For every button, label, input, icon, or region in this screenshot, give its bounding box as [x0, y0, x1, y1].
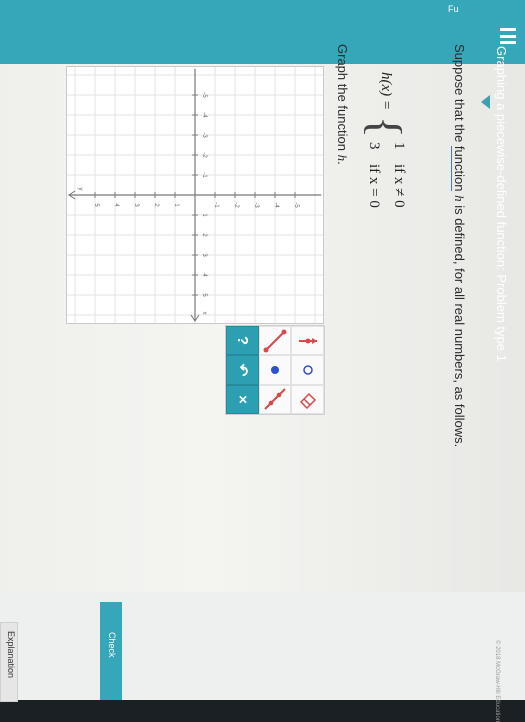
- formula-lhs: h(x) =: [378, 72, 394, 111]
- clear-button[interactable]: ×: [226, 384, 259, 414]
- x-tick-label: 5: [201, 293, 207, 297]
- y-tick-label: -2: [233, 202, 239, 208]
- collapse-caret-icon[interactable]: [481, 95, 490, 109]
- line-tool-icon: [264, 388, 286, 411]
- y-tick-label: -5: [293, 202, 299, 208]
- page-title: Graphing a piecewise-defined function: P…: [494, 46, 509, 362]
- formula-row: 1if x ≠ 0: [391, 142, 407, 208]
- x-axis-label: x: [201, 312, 207, 315]
- undo-button[interactable]: ↶: [226, 355, 259, 385]
- y-tick-label: 2: [153, 203, 159, 207]
- section-title: Functions: [448, 4, 458, 14]
- x-tick-label: -2: [201, 152, 207, 158]
- x-tick-label: -4: [201, 112, 207, 118]
- brace-symbol: {: [360, 116, 411, 139]
- y-tick-label: 4: [113, 203, 119, 207]
- y-tick-label: 3: [133, 203, 139, 207]
- copyright-text: © 2018 McGraw-Hill Education: [494, 640, 500, 722]
- eraser-icon: [299, 393, 316, 410]
- y-tick-label: -4: [273, 202, 279, 208]
- x-tick-label: 3: [201, 253, 207, 257]
- filled-point-tool[interactable]: [258, 355, 292, 385]
- coordinate-grid[interactable]: -5 -4 -3 -2 -1 1 2 3 4 5 -5 -4 -3 -2 -1 1 2 3 4 5 x y: [67, 67, 323, 323]
- screen: Functions Graphing a piecewise-defined f…: [0, 0, 525, 722]
- y-tick-label: -3: [253, 202, 259, 208]
- line-segment-tool-icon: [263, 329, 287, 353]
- open-point-tool[interactable]: [291, 355, 324, 385]
- hamburger-menu-icon[interactable]: [500, 28, 516, 44]
- line-segment-tool[interactable]: [258, 326, 292, 356]
- y-tick-label: 1: [173, 203, 179, 207]
- ray-tool-icon: [298, 337, 317, 344]
- help-button[interactable]: ?: [226, 326, 259, 356]
- x-tick-label: 4: [201, 273, 207, 277]
- x-tick-label: 1: [201, 213, 207, 217]
- y-tick-label: 5: [93, 203, 99, 207]
- check-button[interactable]: Check: [100, 602, 122, 700]
- y-axis-label: y: [77, 188, 83, 191]
- ray-tool[interactable]: [291, 326, 324, 356]
- explanation-button[interactable]: Explanation: [0, 622, 18, 702]
- graphing-canvas[interactable]: -5 -4 -3 -2 -1 1 2 3 4 5 -5 -4 -3 -2 -1 1 2 3 4 5 x y: [66, 66, 324, 324]
- x-tick-label: 2: [201, 233, 207, 237]
- eraser-tool[interactable]: [291, 384, 324, 414]
- x-tick-label: -1: [201, 172, 207, 178]
- y-tick-label: -1: [213, 202, 219, 208]
- filled-point-icon: [270, 365, 279, 374]
- graph-toolbox: ? ↶ ×: [225, 325, 325, 415]
- question-intro: Suppose that the function h is defined, …: [451, 44, 467, 448]
- formula-row: 3if x = 0: [366, 142, 382, 208]
- top-bar: Functions Graphing a piecewise-defined f…: [0, 0, 525, 362]
- x-tick-label: -3: [201, 132, 207, 138]
- bottom-bar: [0, 592, 525, 700]
- x-tick-label: -5: [201, 92, 207, 98]
- open-point-icon: [302, 365, 313, 375]
- glossary-link-function[interactable]: function: [451, 145, 467, 192]
- line-tool[interactable]: [258, 384, 292, 414]
- graph-prompt: Graph the function h.: [335, 44, 350, 165]
